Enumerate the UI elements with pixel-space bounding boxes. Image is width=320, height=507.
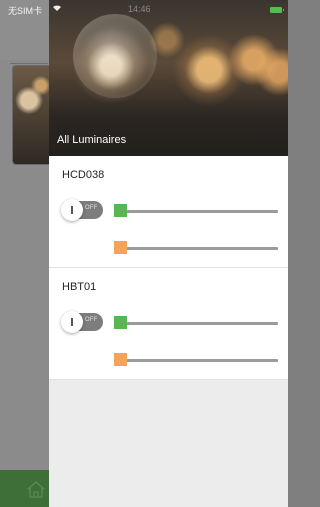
slider-track — [114, 359, 278, 362]
slider-track — [114, 322, 278, 325]
header-image: All Luminaires — [49, 0, 288, 156]
device-card: HBT01 OFF — [49, 268, 288, 380]
background-divider — [10, 63, 48, 64]
device-card: HCD038 OFF — [49, 156, 288, 268]
power-toggle[interactable]: OFF — [61, 311, 103, 333]
color-temperature-slider[interactable] — [114, 353, 278, 367]
drawer-title: All Luminaires — [57, 134, 127, 146]
battery-icon — [270, 7, 284, 13]
slider-track — [114, 247, 278, 250]
device-name: HBT01 — [62, 281, 97, 293]
toggle-state-label: OFF — [85, 317, 98, 323]
toggle-knob — [61, 311, 83, 333]
slider-thumb[interactable] — [114, 316, 127, 329]
status-bar: 无SIM卡 14:46 — [0, 0, 288, 20]
home-icon[interactable] — [25, 478, 47, 500]
slider-thumb[interactable] — [114, 353, 127, 366]
bulb-image — [73, 14, 157, 98]
slider-thumb[interactable] — [114, 241, 127, 254]
row-divider — [49, 379, 288, 380]
toggle-knob — [61, 199, 83, 221]
carrier-label: 无SIM卡 — [8, 6, 43, 16]
status-time: 14:46 — [128, 4, 151, 14]
brightness-slider[interactable] — [114, 316, 278, 330]
color-temperature-slider[interactable] — [114, 241, 278, 255]
luminaire-drawer: All Luminaires HCD038 OFF HBT01 OFF — [49, 0, 288, 507]
device-name: HCD038 — [62, 169, 105, 181]
wifi-icon — [53, 5, 61, 11]
power-toggle[interactable]: OFF — [61, 199, 103, 221]
slider-thumb[interactable] — [114, 204, 127, 217]
brightness-slider[interactable] — [114, 204, 278, 218]
toggle-state-label: OFF — [85, 205, 98, 211]
background-luminaire-thumbnail[interactable] — [13, 66, 53, 164]
slider-track — [114, 210, 278, 213]
